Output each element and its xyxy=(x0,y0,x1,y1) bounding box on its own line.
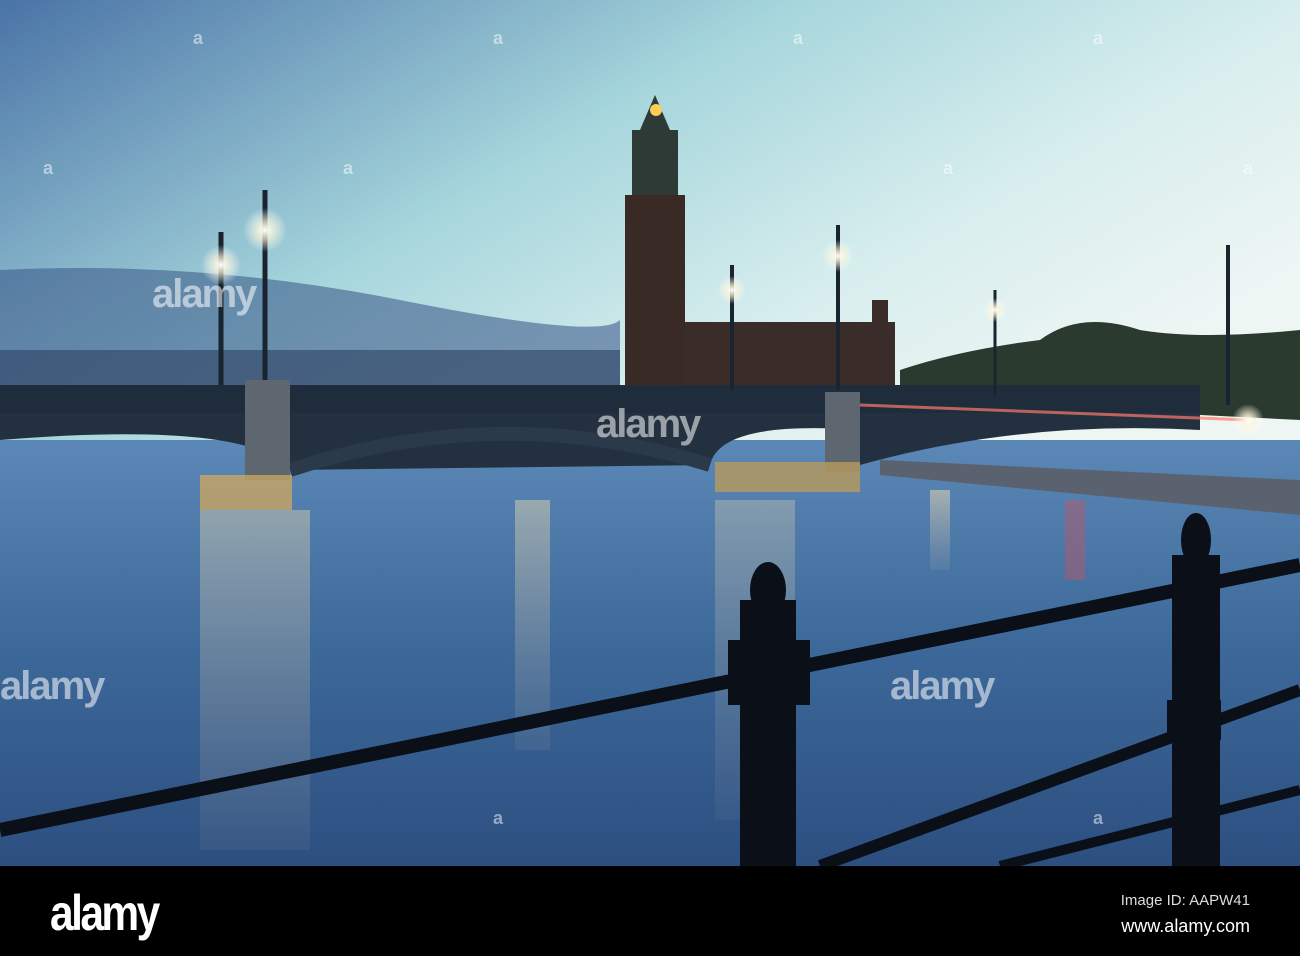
water xyxy=(0,440,1300,866)
bridge-pier xyxy=(825,392,860,472)
watermark: alamy xyxy=(152,272,257,316)
image-id: Image ID: AAPW41 xyxy=(1120,892,1250,909)
watermark: alamy xyxy=(890,664,995,708)
watermark-mark: a xyxy=(1243,158,1254,178)
watermark-mark: a xyxy=(1093,28,1104,48)
watermark-mark: a xyxy=(43,158,54,178)
watermark: alamy xyxy=(596,402,701,446)
watermark-mark: a xyxy=(193,28,204,48)
watermark-mark: a xyxy=(943,158,954,178)
site-url: www.alamy.com xyxy=(1121,916,1250,936)
watermark-mark: a xyxy=(793,28,804,48)
watermark-mark: a xyxy=(1093,808,1104,828)
watermark-mark: a xyxy=(493,28,504,48)
watermark-mark: a xyxy=(493,808,504,828)
city-hall-building xyxy=(685,322,895,394)
bridge-pier xyxy=(245,380,290,480)
alamy-logo: alamy xyxy=(50,885,160,941)
city-hall-tower xyxy=(625,195,685,395)
footer-bar: alamy Image ID: AAPW41 www.alamy.com xyxy=(0,866,1300,956)
watermark-mark: a xyxy=(343,158,354,178)
watermark: alamy xyxy=(0,664,105,708)
